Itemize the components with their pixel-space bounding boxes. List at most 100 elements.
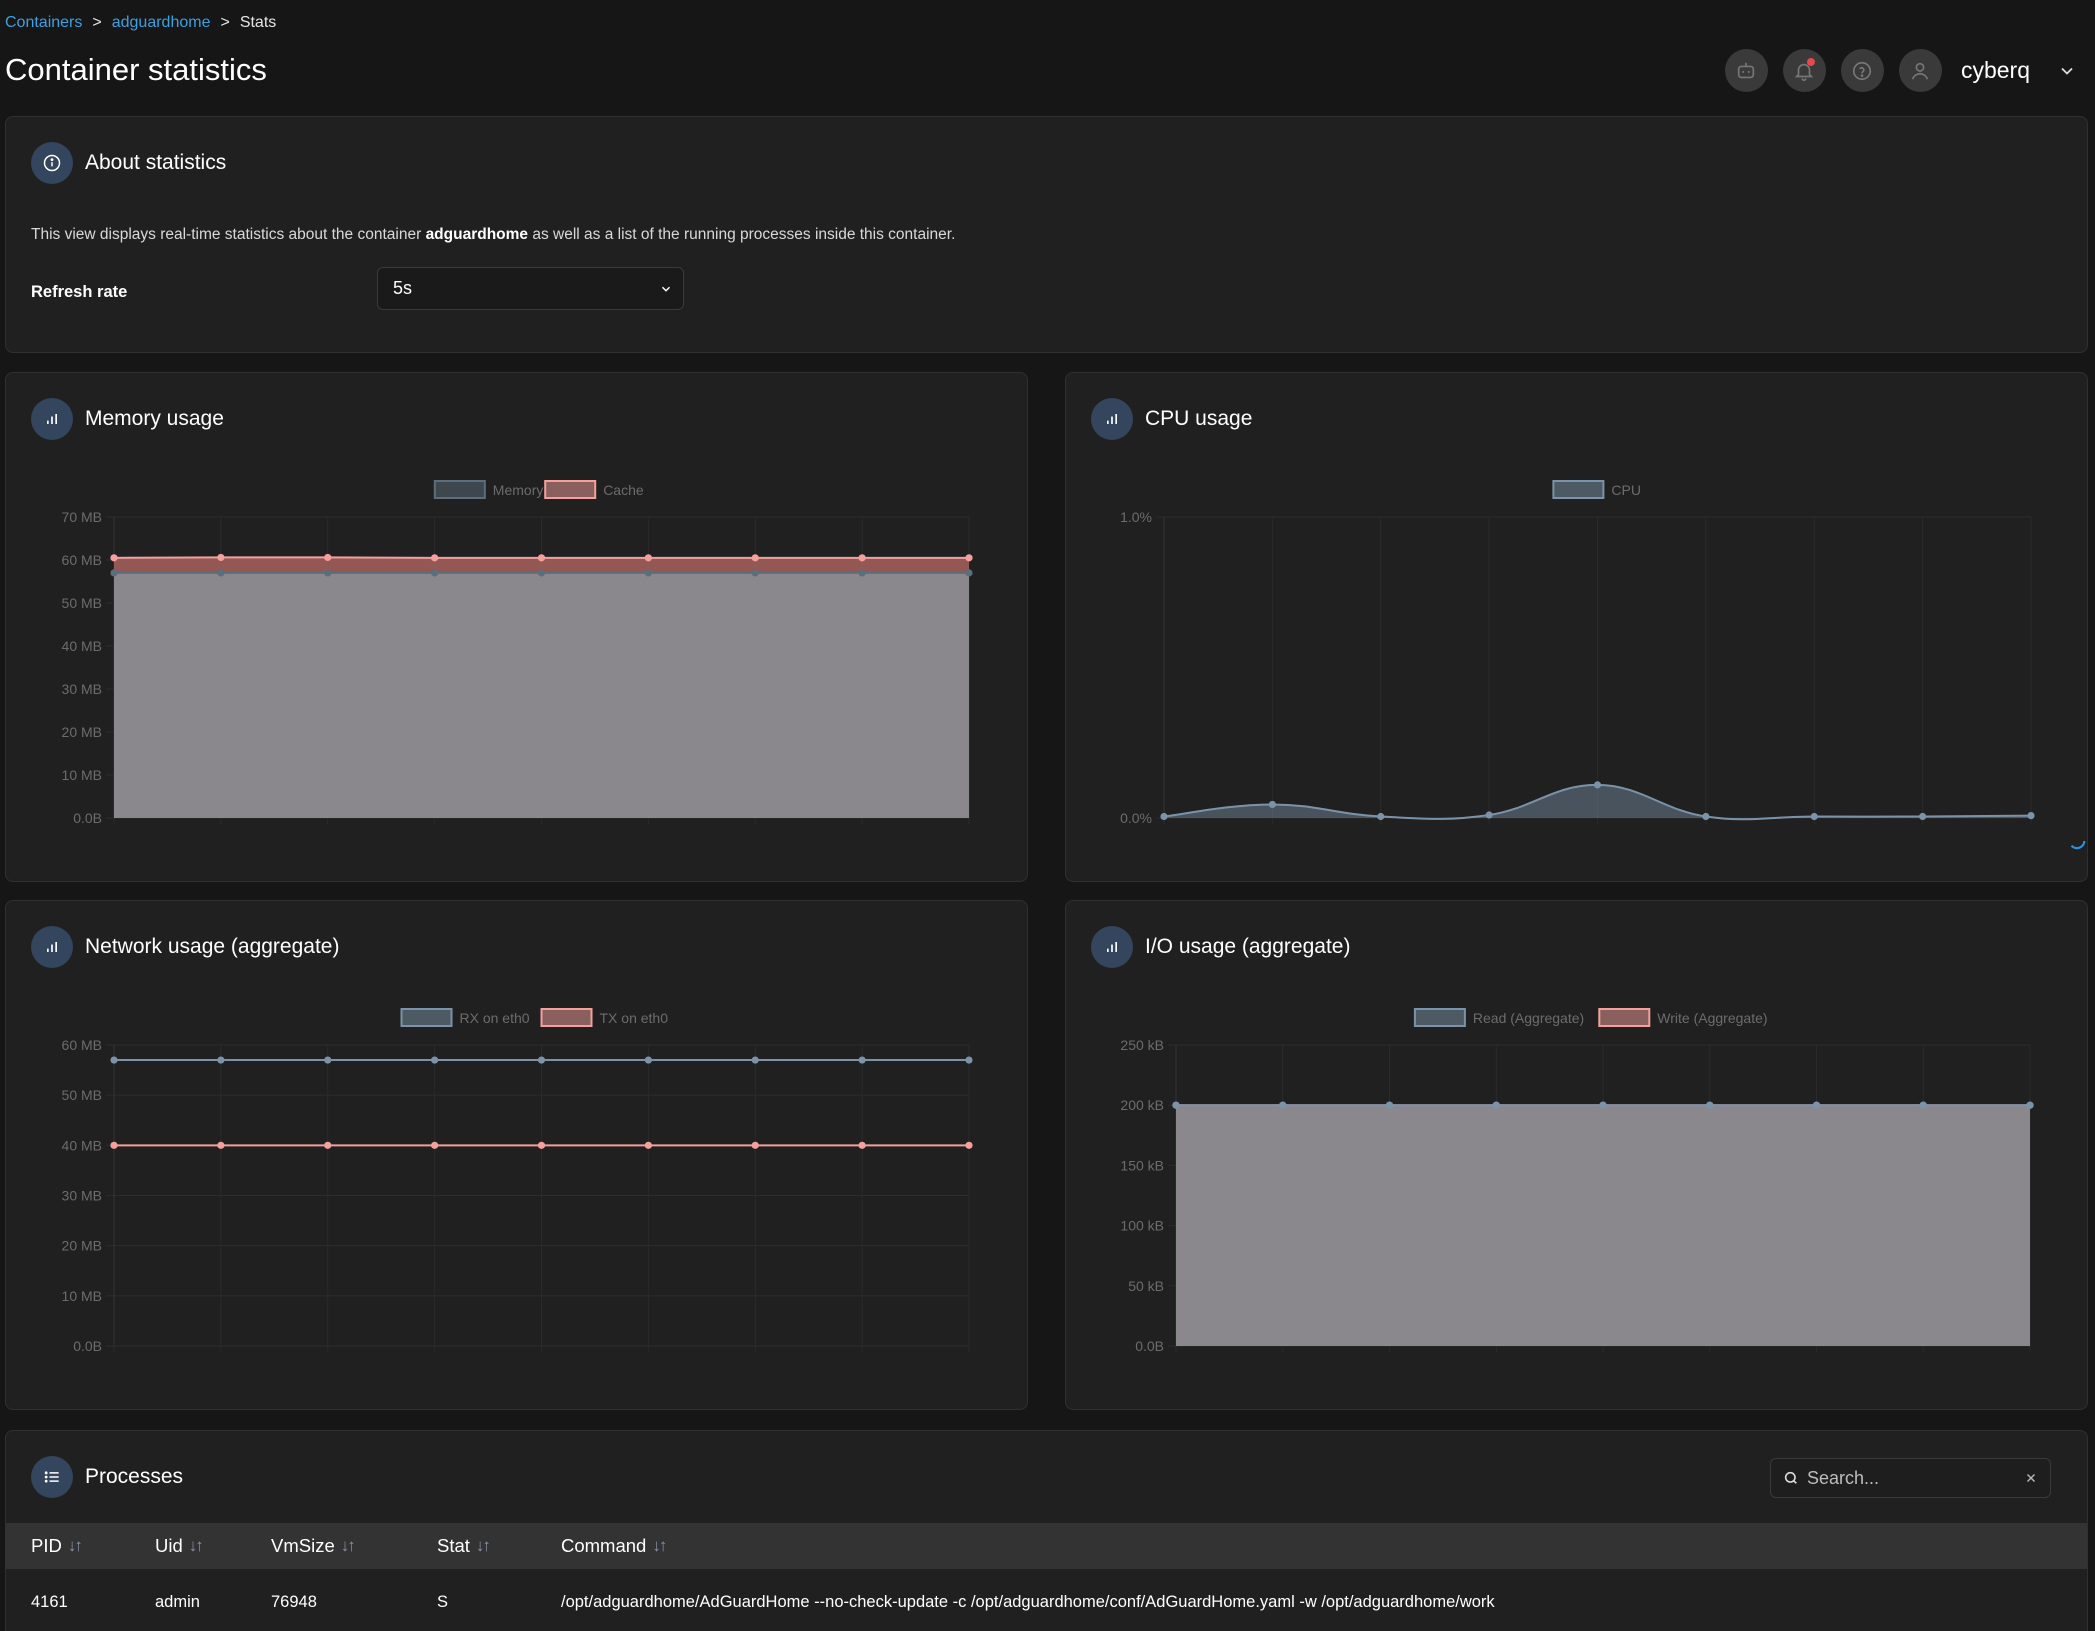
cpu-chart-card: CPU usage 0.0% 1.0% CPU	[1065, 372, 2088, 882]
data-point	[2027, 811, 2035, 820]
network-chart: 0.0B 10 MB 20 MB 30 MB 40 MB 50 MB 60 MB RX on …	[62, 1008, 973, 1354]
data-point	[644, 1141, 652, 1149]
y-tick-label: 0.0B	[73, 810, 102, 826]
y-tick-label: 10 MB	[62, 767, 102, 783]
data-point	[1599, 1101, 1607, 1109]
data-point	[1279, 1101, 1287, 1109]
y-tick-label: 1.0%	[1120, 509, 1152, 525]
data-point	[1706, 1101, 1714, 1109]
data-point	[324, 1056, 332, 1064]
cell-command: /opt/adguardhome/AdGuardHome --no-check-…	[561, 1593, 1495, 1611]
data-point	[1919, 812, 1927, 821]
chevron-down-icon	[661, 286, 671, 292]
sort-icon: ↓↑	[188, 1536, 204, 1555]
user-avatar[interactable]	[1898, 49, 1942, 92]
memory-chart-card: Memory usage 0.0B 10 MB 20 MB 30 MB 40 MB 50 …	[5, 372, 1028, 882]
cell-uid: admin	[155, 1593, 200, 1611]
y-tick-label: 0.0B	[1135, 1338, 1164, 1354]
clear-icon[interactable]	[2024, 1471, 2038, 1485]
data-point	[1812, 1101, 1821, 1109]
data-point	[858, 569, 866, 577]
data-point	[110, 1056, 118, 1064]
y-tick-label: 20 MB	[62, 1238, 102, 1254]
legend-label: CPU	[1611, 482, 1641, 498]
data-point	[751, 569, 759, 577]
breadcrumb-container[interactable]: adguardhome	[112, 14, 211, 32]
legend-swatch	[400, 1008, 453, 1027]
data-point	[1810, 812, 1818, 821]
y-tick-label: 50 kB	[1128, 1278, 1164, 1294]
data-point	[110, 554, 118, 562]
y-tick-label: 0.0B	[73, 1338, 102, 1354]
data-point	[965, 1056, 973, 1064]
data-point	[431, 1141, 439, 1149]
data-point	[1377, 812, 1385, 821]
io-chart-card: I/O usage (aggregate) 0.0B 50 kB 100 kB 150…	[1065, 900, 2088, 1410]
y-tick-label: 40 MB	[62, 638, 102, 654]
y-tick-label: 150 kB	[1120, 1157, 1164, 1173]
data-point	[1160, 812, 1168, 821]
cell-vmsize: 76948	[271, 1593, 317, 1611]
legend-swatch	[1413, 1008, 1466, 1027]
data-point	[110, 1141, 118, 1149]
data-point	[858, 554, 866, 562]
column-stat[interactable]: Stat ↓↑	[437, 1535, 491, 1557]
column-pid[interactable]: PID ↓↑	[31, 1535, 83, 1557]
legend-swatch	[1598, 1008, 1651, 1027]
about-title: About statistics	[85, 151, 227, 174]
sort-icon: ↓↑	[67, 1536, 83, 1555]
user-name[interactable]: cyberq	[1961, 57, 2030, 84]
y-tick-label: 250 kB	[1120, 1037, 1164, 1053]
data-point	[1593, 781, 1602, 789]
notifications-button[interactable]	[1782, 49, 1826, 92]
data-point	[217, 1141, 225, 1149]
data-point	[1268, 800, 1276, 809]
list-icon	[44, 1471, 59, 1483]
sort-icon: ↓↑	[652, 1536, 667, 1555]
ai-assistant-button[interactable]	[1724, 49, 1768, 92]
breadcrumb-separator: >	[92, 14, 102, 31]
y-tick-label: 50 MB	[62, 1087, 102, 1103]
process-search[interactable]	[1770, 1458, 2051, 1498]
loading-spinner-icon	[2070, 840, 2086, 850]
column-vmsize[interactable]: VmSize ↓↑	[271, 1535, 356, 1557]
legend-label: Read (Aggregate)	[1473, 1010, 1584, 1026]
legend-swatch	[1552, 480, 1605, 499]
breadcrumb-containers[interactable]: Containers	[5, 14, 82, 32]
legend-label: Cache	[603, 482, 644, 498]
processes-card: Processes PID↓↑ Uid↓↑ VmSize↓↑ Stat↓↑ Co…	[5, 1430, 2088, 1631]
data-point	[644, 554, 652, 562]
y-tick-label: 30 MB	[62, 681, 102, 697]
breadcrumb-separator: >	[220, 14, 230, 31]
legend-label: Write (Aggregate)	[1657, 1010, 1767, 1026]
y-tick-label: 50 MB	[62, 595, 102, 611]
column-uid[interactable]: Uid ↓↑	[155, 1535, 204, 1557]
table-header: PID ↓↑ Uid ↓↑ VmSize ↓↑ Stat ↓↑ Command ↓↑	[6, 1523, 2087, 1569]
network-chart-card: Network usage (aggregate) 0.0B 10 MB 20 MB…	[5, 900, 1028, 1410]
data-point	[644, 1056, 652, 1064]
refresh-rate-select[interactable]: 5s	[377, 267, 684, 310]
legend-swatch	[544, 480, 597, 499]
data-point	[431, 569, 439, 577]
refresh-rate-label: Refresh rate	[31, 283, 128, 301]
legend-swatch	[433, 480, 486, 499]
data-point	[1485, 811, 1493, 819]
data-point	[858, 1141, 866, 1149]
y-tick-label: 60 MB	[62, 1037, 102, 1053]
y-tick-label: 10 MB	[62, 1288, 102, 1304]
refresh-rate-value: 5s	[393, 278, 413, 298]
data-point	[217, 569, 225, 577]
user-icon	[1912, 62, 1929, 80]
about-description: This view displays real-time statistics …	[31, 226, 956, 243]
search-input[interactable]	[1807, 1467, 2007, 1489]
series-area	[1164, 784, 2031, 820]
data-point	[965, 554, 973, 562]
column-command[interactable]: Command ↓↑	[561, 1535, 667, 1557]
notification-dot	[1806, 58, 1815, 66]
help-button[interactable]	[1840, 49, 1884, 92]
data-point	[858, 1056, 866, 1064]
data-point	[2026, 1101, 2034, 1109]
chevron-down-icon[interactable]	[2057, 61, 2077, 81]
io-chart: 0.0B 50 kB 100 kB 150 kB 200 kB 250 kB Read (A…	[1120, 1008, 2034, 1354]
data-point	[1702, 812, 1710, 821]
